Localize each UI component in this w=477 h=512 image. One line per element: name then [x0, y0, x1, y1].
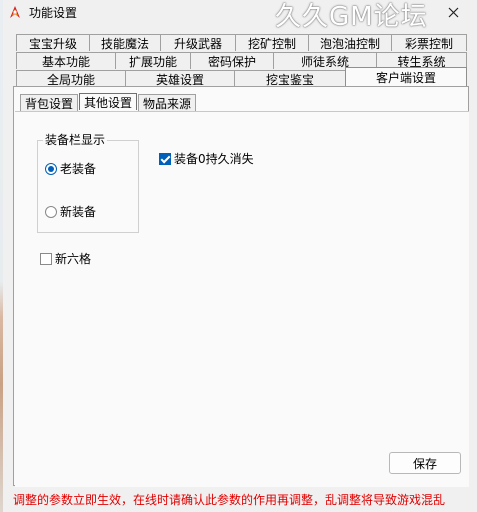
subtab-item-source[interactable]: 物品来源: [138, 94, 196, 111]
radio-label: 新装备: [60, 205, 97, 219]
tab-global[interactable]: 全局功能: [16, 70, 126, 87]
tab-client-settings[interactable]: 客户端设置: [345, 67, 467, 87]
tab-treasure[interactable]: 挖宝鉴宝: [234, 70, 346, 87]
tab-extended[interactable]: 扩展功能: [115, 52, 191, 69]
warning-notice: 调整的参数立即生效，在线时请确认此参数的作用再调整，乱调整将导致游戏混乱: [13, 493, 446, 507]
tab-basic[interactable]: 基本功能: [16, 52, 116, 69]
radio-label: 老装备: [60, 162, 97, 176]
checkbox-checked-icon: [159, 152, 171, 165]
tab-pet-upgrade[interactable]: 宝宝升级: [16, 34, 90, 51]
checkbox-new-six-slots[interactable]: 新六格: [40, 250, 91, 267]
checkbox-durability-disappear[interactable]: 装备0持久消失: [159, 150, 254, 167]
checkbox-unchecked-icon: [40, 252, 52, 265]
subtab-bag[interactable]: 背包设置: [20, 94, 78, 111]
radio-new-equipment[interactable]: 新装备: [45, 203, 96, 220]
save-button[interactable]: 保存: [389, 452, 461, 474]
checkbox-label: 装备0持久消失: [174, 152, 254, 166]
close-button[interactable]: [440, 0, 466, 24]
watermark: 久久GM论坛: [275, 2, 428, 32]
tab-lottery-control[interactable]: 彩票控制: [391, 34, 467, 51]
radio-selected-icon: [45, 162, 57, 175]
subtab-other[interactable]: 其他设置: [79, 93, 137, 110]
group-title: 装备栏显示: [43, 131, 108, 148]
radio-unselected-icon: [45, 205, 57, 218]
tab-skill-magic[interactable]: 技能魔法: [89, 34, 161, 51]
checkbox-label: 新六格: [55, 252, 92, 266]
tab-bubble-control[interactable]: 泡泡油控制: [308, 34, 392, 51]
app-icon: [10, 6, 20, 18]
title-bar: 功能设置 久久GM论坛: [3, 0, 474, 32]
tab-hero[interactable]: 英雄设置: [125, 70, 235, 87]
radio-old-equipment[interactable]: 老装备: [45, 160, 96, 177]
window-title: 功能设置: [29, 6, 78, 20]
tab-password[interactable]: 密码保护: [190, 52, 274, 69]
tab-mining-control[interactable]: 挖矿控制: [235, 34, 309, 51]
close-icon: [448, 7, 458, 17]
tab-upgrade-weapon[interactable]: 升级武器: [160, 34, 236, 51]
settings-window: 功能设置 久久GM论坛 宝宝升级 技能魔法 升级武器 挖矿控制 泡泡油控制 彩票…: [3, 0, 474, 512]
